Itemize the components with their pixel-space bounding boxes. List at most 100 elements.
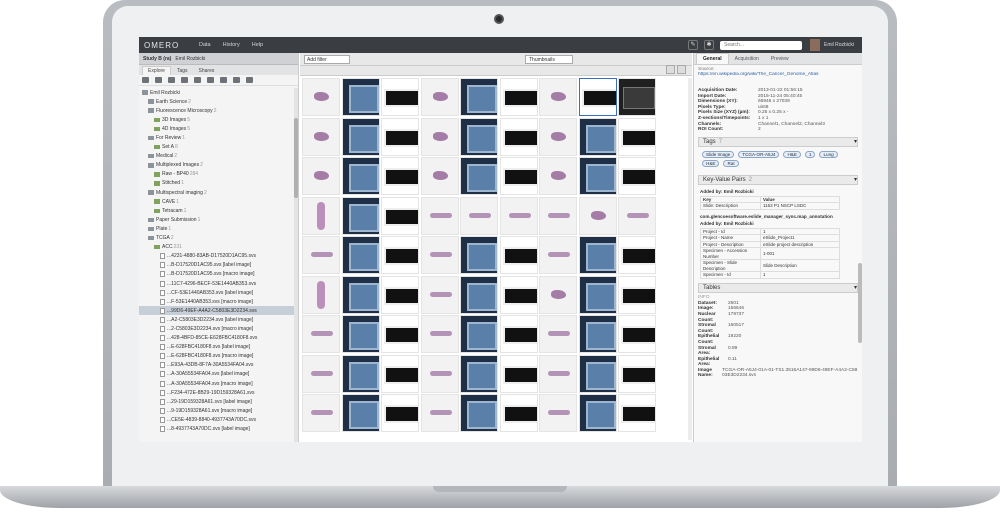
refresh-icon[interactable]	[246, 77, 253, 83]
image-thumbnail[interactable]	[420, 275, 459, 314]
image-thumbnail[interactable]	[499, 354, 538, 393]
image-thumbnail[interactable]	[539, 236, 577, 274]
tree-item[interactable]: Paper Submission 1	[139, 215, 295, 224]
tag-chip[interactable]: Slide Image	[702, 150, 735, 158]
new-dataset-icon[interactable]	[155, 77, 162, 83]
tag-chip[interactable]: H&E	[783, 150, 801, 158]
image-thumbnail[interactable]	[539, 157, 577, 195]
image-thumbnail[interactable]	[381, 157, 419, 195]
image-thumbnail[interactable]	[420, 117, 459, 156]
new-project-icon[interactable]	[142, 77, 149, 83]
copy-icon[interactable]	[194, 77, 201, 83]
image-thumbnail[interactable]	[618, 315, 656, 353]
image-thumbnail[interactable]	[302, 275, 340, 314]
image-thumbnail[interactable]	[578, 236, 617, 274]
image-thumbnail[interactable]	[618, 354, 656, 393]
image-thumbnail[interactable]	[618, 78, 656, 116]
tab-preview[interactable]: Preview	[765, 54, 795, 64]
tables-section-header[interactable]: Tables ▾	[698, 282, 858, 293]
image-thumbnail[interactable]	[381, 394, 419, 432]
add-filter-select[interactable]: Add filter	[304, 54, 350, 64]
paste-icon[interactable]	[207, 77, 214, 83]
image-thumbnail[interactable]	[539, 78, 577, 116]
tree-item[interactable]: Emil Rozbicki	[139, 88, 295, 97]
tree-item[interactable]: Set A8	[139, 143, 295, 152]
tab-explore[interactable]: Explore	[142, 66, 171, 75]
image-thumbnail[interactable]	[381, 315, 419, 353]
image-thumbnail[interactable]	[460, 275, 498, 314]
tree-item[interactable]: 4D Images 5	[139, 124, 295, 133]
tree-item[interactable]: ...4231-4880-83AB-D17520D1AC95.svs	[139, 252, 295, 261]
image-thumbnail[interactable]	[302, 236, 340, 274]
tree-item[interactable]: ...F234-472E-8B29-19D159328A61.svs	[139, 388, 295, 397]
grid-view-button[interactable]	[665, 65, 675, 74]
tree-item[interactable]: Tetracam 1	[139, 206, 295, 215]
image-thumbnail[interactable]	[499, 78, 538, 116]
image-thumbnail[interactable]	[618, 236, 656, 274]
image-thumbnail[interactable]	[420, 315, 459, 353]
image-thumbnail[interactable]	[381, 236, 419, 274]
image-thumbnail[interactable]	[499, 394, 538, 432]
image-thumbnail[interactable]	[341, 394, 380, 432]
image-thumbnail[interactable]	[420, 196, 459, 235]
image-thumbnail[interactable]	[381, 196, 419, 235]
image-thumbnail[interactable]	[539, 354, 577, 393]
image-thumbnail[interactable]	[578, 117, 617, 156]
tag-chip[interactable]: H&E	[702, 159, 720, 167]
left-scrollbar[interactable]	[294, 88, 298, 442]
avatar[interactable]	[809, 39, 820, 51]
tree-item[interactable]: ...99D6-49EF-A4A2-C5803E3D2234.svs	[139, 306, 295, 316]
search-input[interactable]	[719, 40, 802, 50]
image-thumbnail[interactable]	[618, 196, 656, 235]
image-thumbnail[interactable]	[341, 117, 380, 156]
tree-item[interactable]: TCGA 2	[139, 234, 295, 243]
tree-item[interactable]: Medical 2	[139, 152, 295, 161]
image-thumbnail[interactable]	[578, 315, 617, 353]
image-thumbnail[interactable]	[341, 157, 380, 195]
tree-item[interactable]: ...B-D17520D1AC95.svs [label image]	[139, 261, 295, 270]
image-thumbnail[interactable]	[302, 157, 340, 195]
image-thumbnail[interactable]	[499, 196, 538, 235]
image-thumbnail[interactable]	[420, 78, 459, 116]
image-thumbnail[interactable]	[341, 196, 380, 235]
image-thumbnail[interactable]	[420, 354, 459, 393]
tree-item[interactable]: Fluorescence Microscopy 2	[139, 106, 295, 115]
tree-item[interactable]: ...F-53E1440AB353.svs [macro image]	[139, 297, 295, 306]
image-thumbnail[interactable]	[420, 236, 459, 274]
image-thumbnail[interactable]	[499, 275, 538, 314]
image-thumbnail[interactable]	[539, 117, 577, 156]
image-thumbnail[interactable]	[618, 394, 656, 432]
image-thumbnail[interactable]	[302, 315, 340, 353]
source-link[interactable]: https://en.wikipedia.org/wiki/The_Cancer…	[698, 72, 858, 84]
image-thumbnail[interactable]	[381, 275, 419, 314]
image-thumbnail[interactable]	[539, 394, 577, 432]
image-thumbnail[interactable]	[539, 315, 577, 353]
image-thumbnail[interactable]	[618, 157, 656, 195]
tab-shares[interactable]: Shares	[194, 67, 220, 75]
tree-item[interactable]: ...A-30A55534FA04.svs [label image]	[139, 370, 295, 379]
view-mode-select[interactable]: Thumbnails	[525, 54, 573, 64]
left-header[interactable]: Study B (ra) Emil Rozbicki	[139, 53, 298, 65]
image-thumbnail[interactable]	[618, 275, 656, 314]
image-thumbnail[interactable]	[460, 236, 498, 274]
image-thumbnail[interactable]	[578, 78, 617, 116]
image-thumbnail[interactable]	[578, 354, 617, 393]
right-scrollbar[interactable]	[858, 263, 862, 343]
image-thumbnail[interactable]	[381, 354, 419, 393]
tree-item[interactable]: CAVE 1	[139, 197, 295, 206]
network-icon[interactable]: ✱	[703, 40, 714, 50]
tree-item[interactable]: ...9-19D159328A61.svs [macro image]	[139, 406, 295, 415]
image-thumbnail[interactable]	[341, 354, 380, 393]
image-thumbnail[interactable]	[499, 315, 538, 353]
image-thumbnail[interactable]	[302, 394, 340, 432]
tree-item[interactable]: Plate 1	[139, 224, 295, 233]
tree-item[interactable]: ...2-C5803E3D2234.svs [macro image]	[139, 324, 295, 333]
image-thumbnail[interactable]	[578, 196, 617, 235]
image-thumbnail[interactable]	[341, 315, 380, 353]
image-thumbnail[interactable]	[420, 157, 459, 195]
image-thumbnail[interactable]	[302, 78, 340, 116]
image-thumbnail[interactable]	[341, 275, 380, 314]
image-thumbnail[interactable]	[460, 78, 498, 116]
tree-item[interactable]: ...428-4BFD-85CE-E628FBC4180F8.svs	[139, 334, 295, 343]
tree-item[interactable]: Multiplexed Images 2	[139, 161, 295, 170]
